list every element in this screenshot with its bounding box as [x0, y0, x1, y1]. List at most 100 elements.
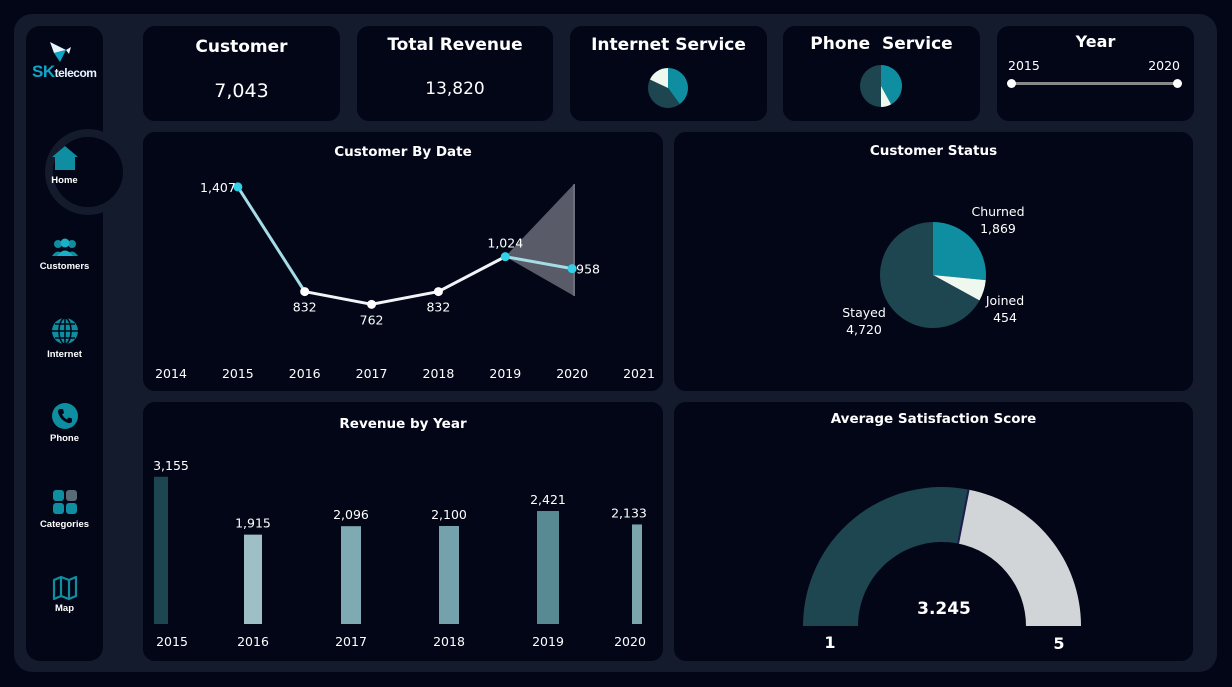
satisfaction-card: Average Satisfaction Score 3.245 1 5 — [674, 402, 1193, 661]
kpi-internet-title: Internet Service — [591, 35, 746, 55]
year-slider-start-handle[interactable] — [1007, 79, 1016, 88]
x-tick-2014: 2014 — [155, 366, 187, 381]
kpi-phone-card: Phone Service — [783, 26, 980, 121]
line-segment-0 — [236, 186, 306, 293]
kpi-internet-card: Internet Service — [570, 26, 767, 121]
logo-butterfly-icon — [50, 42, 71, 62]
year-filter-card: Year 2015 2020 — [997, 26, 1194, 121]
nav-home[interactable]: Home — [26, 144, 103, 186]
map-icon — [52, 576, 77, 600]
bar-2020 — [632, 524, 642, 624]
status-pie-slice-0 — [933, 222, 986, 281]
status-value-churned: 1,869 — [980, 221, 1016, 236]
nav-label-phone: Phone — [49, 433, 80, 444]
kpi-customer-title: Customer — [195, 37, 288, 57]
data-label-2016: 832 — [293, 300, 317, 315]
x-tick-2021: 2021 — [623, 366, 655, 381]
nav-map[interactable]: Map — [26, 576, 103, 614]
data-label-2018: 832 — [426, 300, 450, 315]
nav-label-internet: Internet — [47, 349, 82, 360]
nav-label-customers: Customers — [39, 261, 90, 272]
nav-label-home: Home — [51, 175, 78, 186]
bar-label-2018: 2,100 — [431, 507, 467, 522]
x-tick-2017: 2017 — [356, 366, 388, 381]
gauge-max-label: 5 — [1053, 634, 1064, 653]
nav-label-map: Map — [55, 603, 74, 614]
home-icon — [51, 146, 78, 170]
grid-icon — [52, 490, 77, 514]
year-min-label: 2015 — [1008, 58, 1040, 73]
revenue-by-year-chart: 3,155 2015 1,915 2016 2,096 2017 2,100 2018 2,42… — [153, 458, 647, 649]
status-label-joined: Joined — [985, 293, 1024, 308]
kpi-customer-value: 7,043 — [214, 80, 269, 102]
nav-label-categories: Categories — [39, 519, 90, 530]
phone-service-pie — [860, 65, 902, 107]
satisfaction-gauge: 3.245 1 5 — [803, 487, 1081, 653]
data-point-2017 — [367, 299, 377, 309]
globe-icon — [51, 317, 78, 345]
logo: SKtelecom — [30, 38, 102, 88]
bar-label-2016: 1,915 — [235, 516, 271, 531]
customer-status-card: Customer Status Churned 1,869 Joined 454 Sta… — [674, 132, 1193, 391]
bar-2019 — [537, 511, 559, 624]
year-slider-track[interactable] — [1012, 82, 1177, 85]
bar-2016 — [244, 534, 262, 624]
customer-status-chart: Churned 1,869 Joined 454 Stayed 4,720 — [842, 204, 1024, 337]
nav-customers[interactable]: Customers — [26, 238, 103, 272]
gauge-remaining-arc — [958, 489, 1081, 626]
x-tick-2020: 2020 — [556, 366, 588, 381]
gauge-value: 3.245 — [917, 599, 971, 619]
bar-2015 — [154, 476, 168, 624]
logo-text: SKtelecom — [32, 62, 97, 82]
line-segment-3 — [437, 255, 506, 293]
phone-icon — [51, 403, 78, 429]
status-label-stayed: Stayed — [842, 305, 886, 320]
logo-sub: telecom — [54, 66, 97, 80]
bar-category-2019: 2019 — [532, 634, 564, 649]
nav-categories[interactable]: Categories — [26, 488, 103, 530]
kpi-revenue-value: 13,820 — [425, 79, 485, 99]
bar-category-2016: 2016 — [237, 634, 269, 649]
kpi-revenue-card: Total Revenue 13,820 — [357, 26, 553, 121]
data-label-2019: 1,024 — [487, 236, 523, 251]
bar-label-2015: 3,155 — [153, 458, 189, 473]
customer-by-date-chart: 2014 2015 2016 2017 2018 2019 2020 2021 1,407 832… — [155, 180, 655, 381]
logo-main: SK — [32, 62, 55, 81]
status-label-churned: Churned — [971, 204, 1024, 219]
data-point-2019 — [500, 252, 510, 262]
data-label-2017: 762 — [360, 312, 384, 327]
status-value-stayed: 4,720 — [846, 322, 882, 337]
bar-label-2019: 2,421 — [530, 492, 566, 507]
customer-by-date-card: Customer By Date 2014 2015 2016 2017 2018 201… — [143, 132, 663, 391]
users-icon — [51, 238, 78, 256]
kpi-phone-title: Phone Service — [810, 34, 953, 54]
bar-category-2017: 2017 — [335, 634, 367, 649]
nav-phone[interactable]: Phone — [26, 402, 103, 444]
kpi-revenue-title: Total Revenue — [387, 35, 523, 55]
x-tick-2016: 2016 — [289, 366, 321, 381]
data-label-2020: 958 — [576, 262, 600, 277]
bar-category-2020: 2020 — [614, 634, 646, 649]
gauge-min-label: 1 — [824, 633, 835, 652]
x-tick-2015: 2015 — [222, 366, 254, 381]
data-label-2015: 1,407 — [200, 180, 236, 195]
phone-pie-slice-2 — [860, 65, 881, 107]
bar-category-2018: 2018 — [433, 634, 465, 649]
internet-service-pie — [648, 68, 688, 108]
year-max-label: 2020 — [1148, 58, 1180, 73]
kpi-customer-card: Customer 7,043 — [143, 26, 340, 121]
data-point-2018 — [433, 287, 443, 297]
data-point-2016 — [300, 287, 310, 297]
status-value-joined: 454 — [993, 310, 1017, 325]
bar-2018 — [439, 526, 459, 624]
year-filter-title: Year — [1075, 32, 1116, 51]
revenue-by-year-card: Revenue by Year 3,155 2015 1,915 2016 2,096 2… — [143, 402, 663, 661]
bar-category-2015: 2015 — [156, 634, 188, 649]
bar-label-2017: 2,096 — [333, 507, 369, 522]
x-tick-2019: 2019 — [489, 366, 521, 381]
year-slider-end-handle[interactable] — [1173, 79, 1182, 88]
bar-label-2020: 2,133 — [611, 505, 647, 520]
x-tick-2018: 2018 — [423, 366, 455, 381]
bar-2017 — [341, 526, 361, 624]
nav-internet[interactable]: Internet — [26, 316, 103, 360]
